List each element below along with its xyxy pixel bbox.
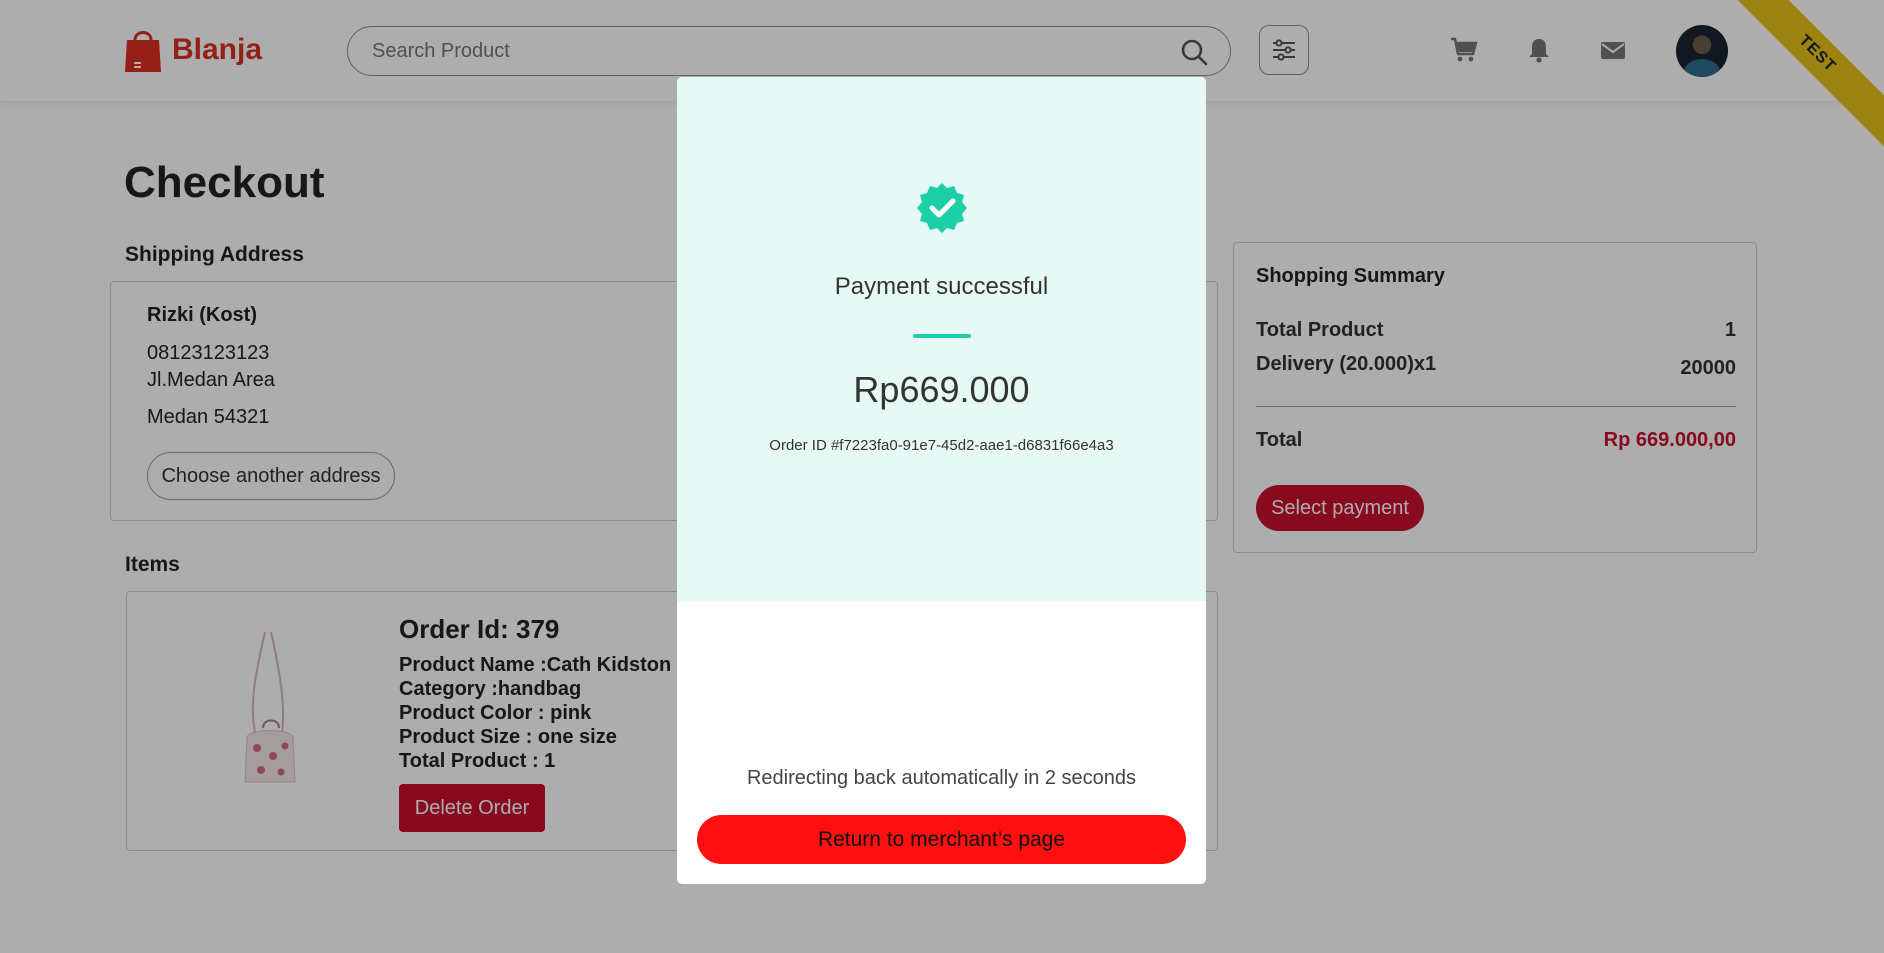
status-underline xyxy=(913,334,971,338)
payment-amount: Rp669.000 xyxy=(853,369,1030,410)
payment-status-text: Payment successful xyxy=(834,273,1049,300)
return-to-merchant-button[interactable]: Return to merchant’s page xyxy=(697,815,1186,864)
payment-success-modal: Payment successful Rp669.000 Order ID #f… xyxy=(677,77,1206,884)
verified-check-icon xyxy=(917,183,967,233)
redirect-countdown-text: Redirecting back automatically in 2 seco… xyxy=(746,767,1137,789)
payment-order-id: Order ID #f7223fa0-91e7-45d2-aae1-d6831f… xyxy=(769,437,1114,454)
modal-success-panel: Payment successful Rp669.000 Order ID #f… xyxy=(677,77,1206,601)
